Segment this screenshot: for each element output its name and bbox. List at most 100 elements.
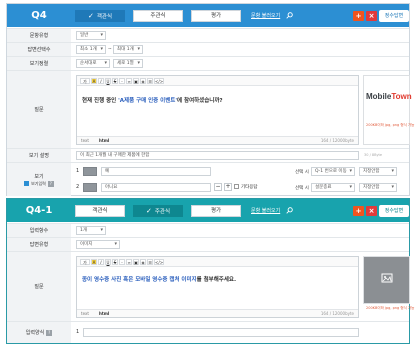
question-image[interactable] [363, 256, 410, 304]
row-options: 보기 보기입력 ? 1 예 선택 시 Q-1 번으로 이동 지정안함 2 아니요… [7, 162, 409, 196]
font-color-icon[interactable]: A [91, 77, 97, 84]
underline-icon[interactable]: U [105, 258, 111, 265]
help-icon[interactable]: ? [47, 180, 54, 187]
row-label: 답변유형 [7, 238, 71, 251]
check-icon: ✓ [145, 207, 152, 215]
option-image-thumb[interactable] [83, 183, 97, 192]
underline-icon[interactable]: U [105, 77, 111, 84]
add-question-button[interactable]: + [353, 206, 364, 216]
question-panel-q4-1: Q4-1 객관식 ✓ 주관식 평가 문항 불러오기 + × 정수답변 입력항수 1… [6, 198, 414, 344]
horizontal-rule-icon[interactable]: - [119, 77, 125, 84]
html-mode-tab[interactable]: html [99, 137, 109, 144]
input-form-field[interactable] [83, 328, 359, 337]
option-goto-select[interactable]: Q-1 번으로 이동 [311, 167, 355, 176]
source-code-icon[interactable]: </> [154, 77, 164, 84]
image-caption: 200KB이하 jpg, png 형식 가능 [366, 123, 415, 127]
question-editor[interactable]: 가 A I U S - ∞ ▣ ◈ ☰ </> 현재 진행 중인 'A제품 구매… [76, 75, 359, 145]
required-answer-button[interactable]: 정수답변 [379, 10, 409, 22]
input-count-select[interactable]: 1개 [76, 226, 106, 235]
load-question-link[interactable]: 문항 불러오기 [251, 12, 280, 19]
tab-subjective[interactable]: ✓ 주관식 [133, 205, 183, 217]
question-image[interactable]: MobileTown [363, 75, 412, 145]
row-input-count: 입력항수 1개 [7, 223, 409, 237]
tab-rating[interactable]: 평가 [191, 205, 241, 217]
desc-byte-counter: 30 / 8Byte [364, 153, 383, 157]
tab-multiple-choice[interactable]: ✓ 객관식 [75, 10, 125, 22]
editor-toolbar: 가 A I U S - ∞ ▣ ◈ ☰ </> [77, 76, 358, 86]
row-label: 보기 보기입력 ? [7, 163, 71, 196]
search-icon[interactable] [286, 207, 293, 214]
tab-multiple-choice[interactable]: 객관식 [75, 205, 125, 217]
row-question: 질문 가 A I U S - ∞ ▣ ◈ ☰ </> 현재 진행 중인 'A제품… [7, 70, 414, 148]
question-panel-q4: Q4 ✓ 객관식 주관식 평가 문항 불러오기 + × 정수답변 문항유형 일반 … [6, 3, 414, 196]
question-type-select[interactable]: 일반 [76, 31, 106, 40]
question-header: Q4 ✓ 객관식 주관식 평가 문항 불러오기 + × 정수답변 [7, 4, 409, 27]
row-label: 보기 설명 [7, 149, 71, 162]
row-label: 질문 [7, 71, 71, 148]
question-editor[interactable]: 가 A I U S - ∞ ▣ ◈ ☰ </> 종이 영수증 사진 혹은 모바일… [76, 256, 359, 318]
row-label: 답변선택수 [7, 43, 71, 56]
tab-subjective[interactable]: 주관식 [133, 10, 183, 22]
font-color-icon[interactable]: A [91, 258, 97, 265]
strikethrough-icon[interactable]: S [112, 258, 118, 265]
link-icon[interactable]: ∞ [126, 77, 132, 84]
min-answer-select[interactable]: 최소 1개 [76, 45, 106, 54]
question-number: Q4 [31, 10, 47, 21]
media-icon[interactable]: ◈ [140, 77, 146, 84]
row-label: 질문 [7, 252, 71, 321]
align-icon[interactable]: ☰ [147, 77, 153, 84]
option-select-label: 선택 시 [295, 170, 309, 175]
row-label: 보기정렬 [7, 57, 71, 70]
horizontal-rule-icon[interactable]: - [119, 258, 125, 265]
tab-rating[interactable]: 평가 [191, 10, 241, 22]
load-question-link[interactable]: 문항 불러오기 [251, 207, 280, 214]
option-select-label: 선택 시 [295, 186, 309, 191]
question-text: 현재 진행 중인 'A제품 구매 인증 이벤트'에 참여하셨습니까? [82, 98, 223, 104]
text-mode-tab[interactable]: text [81, 310, 89, 317]
option-text-input[interactable]: 아니요 [101, 183, 211, 192]
italic-icon[interactable]: I [98, 77, 104, 84]
byte-counter: 164 / 12000byte [320, 311, 354, 316]
option-input-checkbox[interactable] [24, 181, 30, 186]
image-icon[interactable]: ▣ [133, 258, 139, 265]
delete-question-button[interactable]: × [366, 206, 377, 216]
row-label: 입력양식? [7, 322, 71, 343]
option-text-input[interactable]: 예 [101, 167, 211, 176]
strikethrough-icon[interactable]: S [112, 77, 118, 84]
answer-type-select[interactable]: 이미지 [76, 240, 120, 249]
option-action-select[interactable]: 지정안함 [359, 183, 397, 192]
text-mode-tab[interactable]: text [81, 137, 89, 144]
media-icon[interactable]: ◈ [140, 258, 146, 265]
input-number: 1 [76, 329, 80, 335]
option-goto-select[interactable]: 설문종료 [311, 183, 355, 192]
sort-order-select[interactable]: 순서대로 [76, 59, 110, 68]
image-icon[interactable]: ▣ [133, 77, 139, 84]
option-action-select[interactable]: 지정안함 [359, 167, 397, 176]
search-icon[interactable] [286, 12, 293, 19]
row-label: 입력항수 [7, 224, 71, 237]
remove-option-button[interactable]: − [214, 183, 222, 191]
row-answer-count: 답변선택수 최소 1개 ~ 최대 1개 [7, 42, 409, 56]
option-desc-input[interactable]: 이 최근 1개월 내 구매한 제품에 한함 [76, 151, 359, 160]
link-icon[interactable]: ∞ [126, 258, 132, 265]
html-mode-tab[interactable]: html [99, 310, 109, 317]
other-answer-checkbox[interactable] [234, 184, 239, 189]
option-image-thumb[interactable] [83, 167, 97, 176]
column-layout-select[interactable]: 세로 1열 [113, 59, 143, 68]
add-question-button[interactable]: + [353, 11, 364, 21]
font-size-icon[interactable]: 가 [80, 258, 90, 265]
font-size-icon[interactable]: 가 [80, 77, 90, 84]
add-option-button[interactable]: + [224, 183, 232, 191]
question-number: Q4-1 [25, 205, 53, 216]
delete-question-button[interactable]: × [366, 11, 377, 21]
other-answer-label: 기타응답 [241, 185, 258, 190]
row-label: 문항유형 [7, 29, 71, 42]
required-answer-button[interactable]: 정수답변 [379, 205, 409, 217]
max-answer-select[interactable]: 최대 1개 [113, 45, 143, 54]
row-question-type: 문항유형 일반 [7, 28, 409, 42]
align-icon[interactable]: ☰ [147, 258, 153, 265]
help-icon[interactable]: ? [46, 329, 53, 336]
question-text: 종이 영수증 사진 혹은 모바일 영수증 캡처 이미지를 첨부해주세요. [82, 277, 237, 283]
italic-icon[interactable]: I [98, 258, 104, 265]
source-code-icon[interactable]: </> [154, 258, 164, 265]
